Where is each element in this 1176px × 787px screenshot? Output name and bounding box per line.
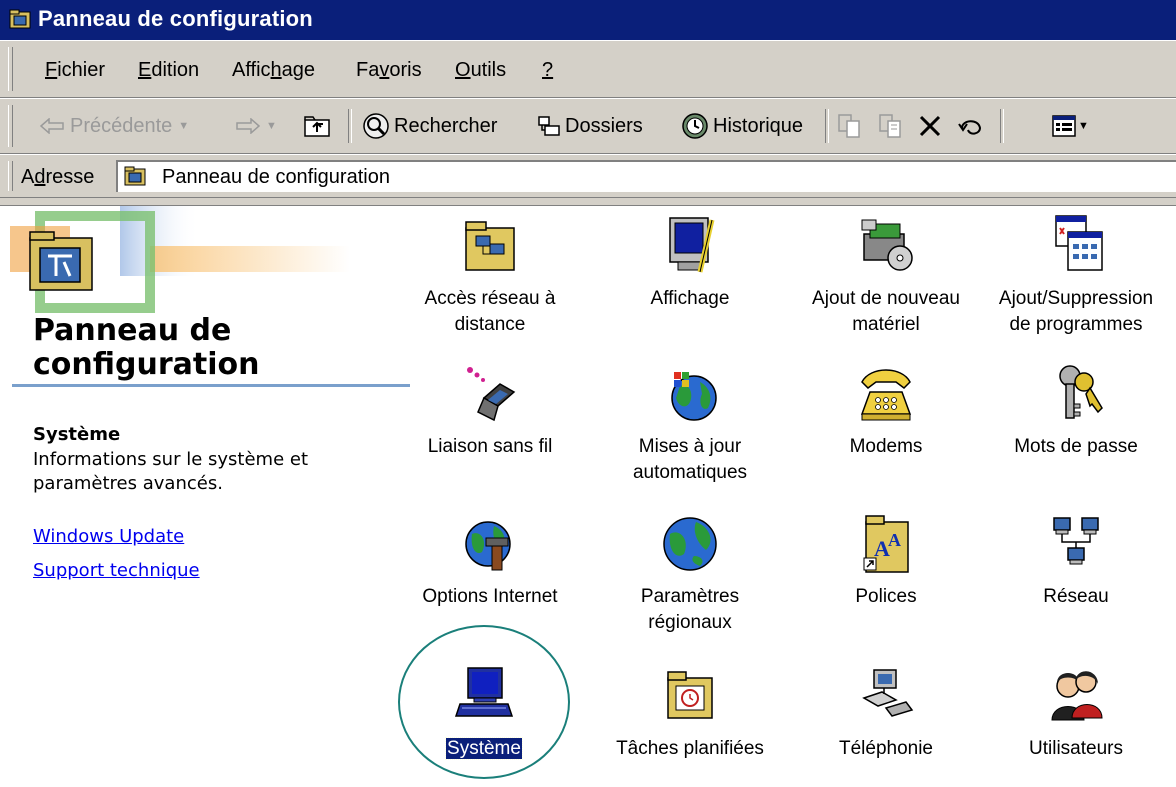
forward-arrow-icon bbox=[236, 118, 260, 134]
wireless-icon bbox=[467, 367, 516, 422]
menu-favoris[interactable]: Favoris bbox=[356, 59, 422, 82]
item-mots-de-passe[interactable]: Mots de passe bbox=[986, 362, 1166, 460]
delete-button[interactable] bbox=[918, 111, 942, 141]
move-to-icon bbox=[838, 114, 860, 138]
folders-button[interactable]: Dossiers bbox=[537, 111, 643, 141]
forward-dropdown-icon[interactable]: ▼ bbox=[266, 120, 277, 132]
history-icon bbox=[682, 113, 708, 139]
menu-bar: Fichier Edition Affichage Favoris Outils… bbox=[0, 40, 1176, 98]
item-modems[interactable]: Modems bbox=[796, 362, 976, 460]
item-affichage[interactable]: Affichage bbox=[600, 214, 780, 312]
panel-title: Panneau de configuration bbox=[33, 313, 260, 382]
item-polices[interactable]: A A Polices bbox=[796, 512, 976, 610]
address-bar-grip[interactable] bbox=[8, 161, 13, 191]
views-dropdown-icon[interactable]: ▼ bbox=[1078, 120, 1089, 132]
control-panel-icon bbox=[124, 166, 146, 186]
menu-bar-grip[interactable] bbox=[8, 47, 13, 91]
windows-update-link[interactable]: Windows Update bbox=[33, 526, 184, 547]
item-ajout-suppression[interactable]: Ajout/Suppression de programmes bbox=[986, 214, 1166, 338]
address-bar: Adresse Panneau de configuration bbox=[0, 154, 1176, 198]
toolbar-separator bbox=[1000, 109, 1004, 143]
window-title: Panneau de configuration bbox=[38, 6, 313, 31]
menu-help[interactable]: ? bbox=[542, 59, 553, 82]
item-options-internet[interactable]: Options Internet bbox=[400, 512, 580, 610]
selected-item-name: Système bbox=[33, 424, 121, 445]
back-dropdown-icon[interactable]: ▼ bbox=[178, 120, 189, 132]
menu-edition[interactable]: Edition bbox=[138, 59, 199, 82]
address-input[interactable]: Panneau de configuration bbox=[116, 160, 1176, 192]
menu-fichier[interactable]: Fichier bbox=[45, 59, 105, 82]
delete-x-icon bbox=[919, 115, 941, 137]
toolbar-separator bbox=[348, 109, 352, 143]
item-liaison-sans-fil[interactable]: Liaison sans fil bbox=[400, 362, 580, 460]
computer-icon bbox=[454, 667, 514, 717]
menu-affichage[interactable]: Affichage bbox=[232, 59, 315, 82]
folder-up-icon bbox=[304, 116, 330, 137]
item-taches-planifiees[interactable]: Tâches planifiées bbox=[600, 664, 780, 762]
add-remove-icon bbox=[1055, 215, 1103, 271]
telephony-icon bbox=[862, 669, 914, 717]
item-parametres-regionaux[interactable]: Paramètres régionaux bbox=[600, 512, 780, 636]
update-globe-icon bbox=[671, 372, 717, 421]
toolbar-separator bbox=[825, 109, 829, 143]
title-bar: Panneau de configuration bbox=[0, 0, 1176, 40]
keys-icon bbox=[1059, 365, 1103, 419]
item-systeme[interactable]: Système bbox=[394, 664, 574, 762]
svg-text:A: A bbox=[888, 530, 901, 550]
users-icon bbox=[1051, 671, 1103, 721]
address-label: Adresse bbox=[21, 166, 95, 188]
panel-divider bbox=[12, 384, 410, 387]
views-icon bbox=[1052, 115, 1076, 137]
globe-icon bbox=[663, 517, 717, 571]
back-button[interactable]: Précédente ▼ bbox=[40, 111, 189, 141]
web-view-panel: Panneau de configuration Système Informa… bbox=[0, 206, 412, 787]
views-button[interactable]: ▼ bbox=[1052, 111, 1089, 141]
scheduled-folder-icon bbox=[667, 671, 713, 719]
display-icon bbox=[669, 217, 715, 273]
hardware-icon bbox=[861, 219, 913, 271]
internet-globe-icon bbox=[465, 521, 511, 571]
toolbar-grip[interactable] bbox=[8, 105, 13, 147]
menu-outils[interactable]: Outils bbox=[455, 59, 506, 82]
forward-button[interactable]: ▼ bbox=[236, 111, 277, 141]
toolbar-bottom-edge bbox=[0, 198, 1176, 206]
move-to-button[interactable] bbox=[837, 111, 863, 141]
item-telephonie[interactable]: Téléphonie bbox=[796, 664, 976, 762]
search-icon bbox=[363, 113, 389, 139]
undo-button[interactable] bbox=[958, 111, 984, 141]
standard-toolbar: Précédente ▼ ▼ Rechercher Dossiers Histo… bbox=[0, 98, 1176, 154]
control-panel-banner-graphic bbox=[10, 206, 350, 313]
item-ajout-materiel[interactable]: Ajout de nouveau matériel bbox=[796, 214, 976, 338]
item-reseau[interactable]: Réseau bbox=[986, 512, 1166, 610]
telephone-icon bbox=[860, 369, 912, 421]
network-icon bbox=[1053, 517, 1099, 565]
item-mises-a-jour[interactable]: Mises à jour automatiques bbox=[600, 362, 780, 486]
item-utilisateurs[interactable]: Utilisateurs bbox=[986, 664, 1166, 762]
address-value: Panneau de configuration bbox=[162, 166, 390, 188]
copy-to-button[interactable] bbox=[878, 111, 904, 141]
history-button[interactable]: Historique bbox=[681, 111, 803, 141]
control-panel-icon bbox=[9, 9, 31, 29]
back-arrow-icon bbox=[40, 118, 64, 134]
dialup-folder-icon bbox=[465, 221, 515, 271]
support-technique-link[interactable]: Support technique bbox=[33, 560, 200, 581]
item-acces-reseau[interactable]: Accès réseau à distance bbox=[400, 214, 580, 338]
fonts-folder-icon: A A bbox=[863, 515, 909, 573]
up-button[interactable] bbox=[303, 111, 331, 141]
folders-icon bbox=[538, 116, 560, 136]
undo-icon bbox=[958, 120, 982, 135]
copy-to-icon bbox=[879, 114, 901, 138]
selected-item-description: Informations sur le système et paramètre… bbox=[33, 449, 309, 494]
search-button[interactable]: Rechercher bbox=[362, 111, 497, 141]
